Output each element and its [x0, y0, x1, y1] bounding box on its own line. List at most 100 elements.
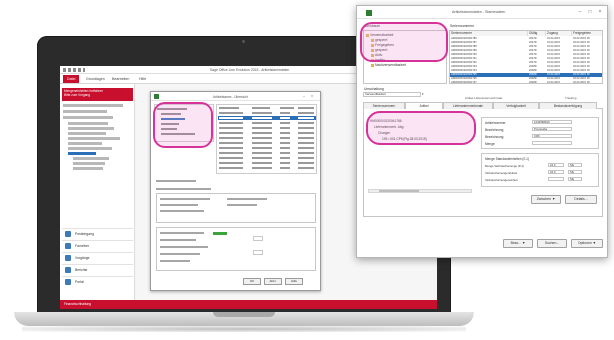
nav-tree-line[interactable] [68, 147, 112, 150]
window-titlebar: Artikelstammdaten - Stammdaten – □ × [357, 6, 607, 19]
list-row[interactable] [218, 141, 316, 145]
list-row[interactable] [218, 111, 316, 115]
list-row[interactable] [218, 151, 316, 155]
star-icon [65, 243, 71, 249]
list-row[interactable] [218, 156, 316, 160]
help-button[interactable]: Hilfe [285, 278, 303, 285]
column-header[interactable]: Seriennummer [450, 31, 528, 36]
article-dialog: Artikelstamm - Übersicht – × OK Abbr. Hi… [150, 91, 321, 291]
ok-button[interactable]: OK [243, 278, 261, 285]
nav-item-favoriten[interactable]: Favoriten [62, 240, 133, 250]
ribbon-tab-bearbeiten[interactable]: Bearbeiten [108, 75, 133, 83]
column-header[interactable]: Freigegeben [572, 31, 602, 36]
box-title: Menge Standardeinheiten (0.1) [485, 157, 529, 161]
nav-item-vorgaenge[interactable]: Vorgänge [62, 252, 133, 262]
field-value[interactable]: CD6 [532, 134, 572, 138]
quick-access-toolbar[interactable] [63, 68, 85, 72]
input-field[interactable] [253, 236, 263, 241]
close-icon[interactable]: × [309, 93, 315, 98]
nav-item-label: Posteingang [75, 232, 94, 236]
chevron-down-icon[interactable]: ▾ [422, 92, 424, 96]
beso-button[interactable]: Beso... ▼ [503, 239, 533, 248]
inbox-icon [65, 231, 71, 237]
form-label-line [156, 180, 196, 182]
info-banner: Mengeneinheiten fortfahren Bitte zum Vor… [62, 88, 133, 101]
maximize-icon[interactable]: □ [586, 8, 594, 16]
options-button[interactable]: Optionen ▼ [571, 239, 603, 248]
tab-lieferantenmerkmale[interactable]: Lieferantenmerkmale [443, 102, 493, 109]
folder-icon [371, 63, 374, 67]
filter-select[interactable]: Verwendbarkeit [363, 92, 421, 97]
nav-tree-line[interactable] [68, 127, 114, 130]
group-label: Tracking [565, 96, 577, 100]
nav-tree-line[interactable] [73, 157, 109, 160]
nav-tree-line[interactable] [68, 132, 106, 135]
column-header[interactable]: Gültig [528, 31, 546, 36]
field-value[interactable]: 24,0 [548, 163, 564, 167]
status-indicator [213, 232, 227, 235]
list-row[interactable] [218, 121, 316, 125]
form-label-line [160, 260, 190, 262]
nav-tree-line[interactable] [68, 137, 120, 140]
minimize-icon[interactable]: – [576, 8, 584, 16]
nav-item-label: Portal [75, 280, 84, 284]
field-value[interactable]: 24,0 [548, 170, 564, 174]
article-info-box: Artikelnummer 1234568910 Bezeichnung Pro… [481, 117, 599, 149]
field-value[interactable]: Prozessbe [532, 127, 572, 131]
nav-tree-line[interactable] [73, 162, 105, 165]
status-text: Finanzbuchhaltung [64, 302, 91, 306]
nav-item-berichte[interactable]: Berichte [62, 264, 133, 274]
ribbon-tab-datei[interactable]: Datei [63, 75, 80, 83]
horizontal-scrollbar[interactable] [368, 189, 472, 193]
detail-tabs: Seriennummern Artikel Lieferantenmerkmal… [363, 102, 603, 109]
unit-field[interactable]: Stk [568, 163, 582, 167]
list-row[interactable] [218, 166, 316, 170]
field-value[interactable] [548, 177, 564, 181]
input-field[interactable] [253, 250, 263, 255]
dialog-list[interactable] [216, 104, 317, 174]
dialog-titlebar: Artikelstamm - Übersicht – × [151, 92, 320, 101]
table-cell: HM000000220061797 [451, 81, 477, 84]
tab-verfolgbarkeit[interactable]: Verfolgbarkeit [493, 102, 539, 109]
highlight-ellipse [360, 22, 448, 62]
sage-logo-icon [154, 94, 159, 99]
serial-number-grid[interactable]: Seriennummer Gültig Zugang Freigegeben H… [449, 30, 603, 84]
serial-number-window: Artikelstammdaten - Stammdaten – □ × Suc… [356, 5, 608, 258]
list-row[interactable] [218, 131, 316, 135]
list-row[interactable] [218, 161, 316, 165]
window-title: Artikelstammdaten - Stammdaten [452, 10, 506, 14]
tab-bestandsverfolgung[interactable]: Bestandsverfolgung [539, 102, 597, 109]
unit-field[interactable]: Stk [568, 170, 582, 174]
tab-seriennummern[interactable]: Seriennummern [363, 102, 405, 109]
nav-tree-line[interactable] [68, 122, 108, 125]
field-label: Verbrauchsmengeneinheit [485, 178, 518, 182]
field-value[interactable] [532, 141, 572, 145]
nav-tree-line-selected[interactable] [68, 152, 96, 155]
nav-tree-line[interactable] [68, 142, 102, 145]
list-row[interactable] [218, 126, 316, 130]
article-number-field[interactable]: 1234568910 [532, 120, 572, 124]
unit-field[interactable]: Stk [568, 177, 582, 181]
tree-node[interactable]: Nachverwendbarkeit [371, 63, 406, 67]
tab-artikel[interactable]: Artikel [405, 102, 443, 109]
report-icon [65, 267, 71, 273]
column-header[interactable]: Zugang [546, 31, 572, 36]
details-button[interactable]: Details... [565, 195, 597, 204]
list-row[interactable] [218, 136, 316, 140]
form-label-line [160, 210, 204, 212]
ribbon-tab-hilfe[interactable]: Hilfe [135, 75, 150, 83]
nav-item-posteingang[interactable]: Posteingang [62, 228, 133, 238]
minimize-icon[interactable]: – [301, 93, 307, 98]
search-button[interactable]: Suchen... [537, 239, 567, 248]
field-label: Menge Verbrauchsmenge (D,1) [485, 164, 525, 168]
cancel-button[interactable]: Abbr. [264, 278, 282, 285]
nav-tree-line[interactable] [73, 167, 103, 170]
ribbon-tab-grundlagen[interactable]: Grundlagen [82, 75, 109, 83]
list-row-selected[interactable] [218, 116, 316, 120]
zwischen-button[interactable]: Zwischen ▼ [531, 195, 561, 204]
table-row[interactable]: HM000000220061797 2048R 01.04.2015 02.03.20… [450, 81, 602, 84]
close-icon[interactable]: × [596, 8, 604, 16]
globe-icon [65, 279, 71, 285]
nav-item-portal[interactable]: Portal [62, 276, 133, 286]
list-row[interactable] [218, 146, 316, 150]
